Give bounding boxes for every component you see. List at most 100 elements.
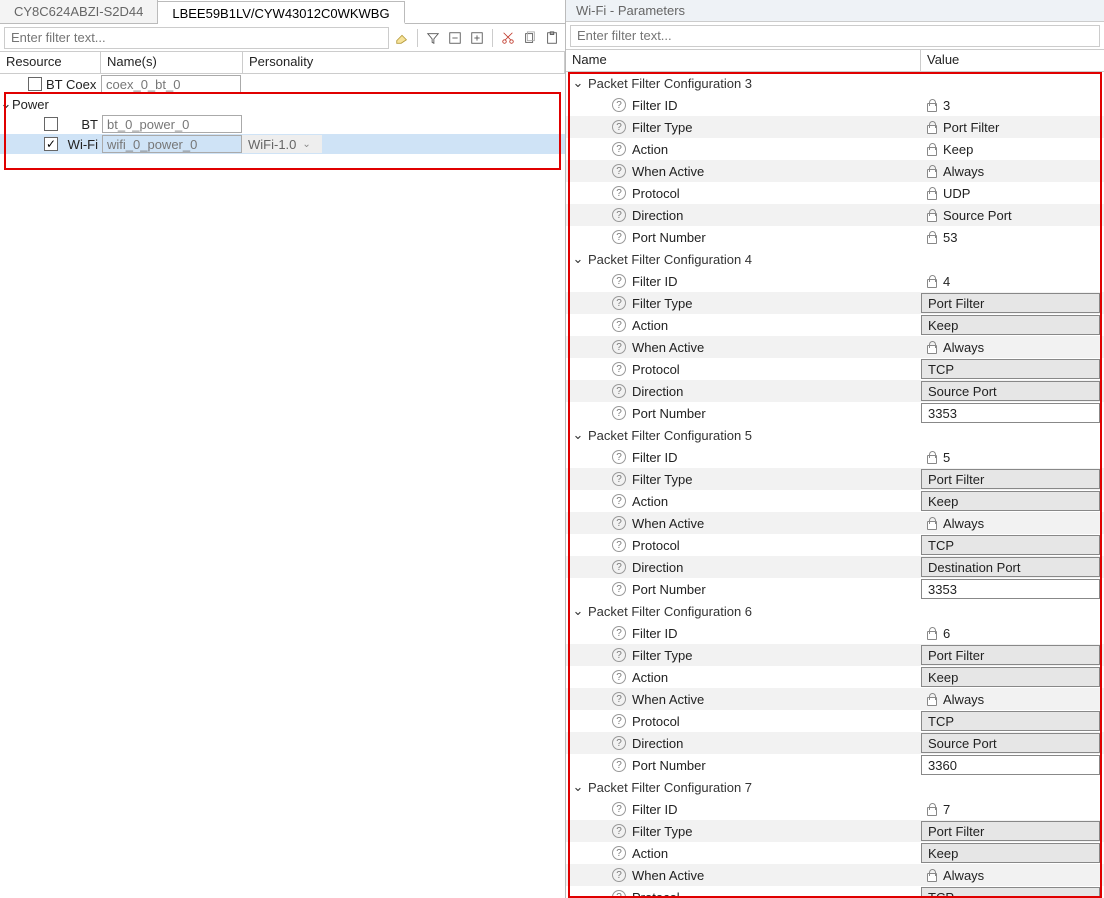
param-row[interactable]: ?DirectionSource Port bbox=[566, 732, 1104, 754]
param-row[interactable]: ?Filter ID5 bbox=[566, 446, 1104, 468]
param-value-input[interactable]: TCP bbox=[921, 887, 1100, 898]
help-icon[interactable]: ? bbox=[612, 824, 626, 838]
help-icon[interactable]: ? bbox=[612, 538, 626, 552]
help-icon[interactable]: ? bbox=[612, 98, 626, 112]
help-icon[interactable]: ? bbox=[612, 626, 626, 640]
param-value-input[interactable]: Port Filter bbox=[921, 821, 1100, 841]
param-row[interactable]: ?Filter ID3 bbox=[566, 94, 1104, 116]
param-row[interactable]: ?ProtocolUDP bbox=[566, 182, 1104, 204]
help-icon[interactable]: ? bbox=[612, 142, 626, 156]
help-icon[interactable]: ? bbox=[612, 494, 626, 508]
help-icon[interactable]: ? bbox=[612, 582, 626, 596]
paste-icon[interactable] bbox=[543, 29, 561, 47]
help-icon[interactable]: ? bbox=[612, 890, 626, 898]
chevron-down-icon[interactable]: ⌄ bbox=[572, 779, 584, 795]
collapse-icon[interactable] bbox=[446, 29, 464, 47]
param-value-input[interactable]: TCP bbox=[921, 711, 1100, 731]
param-row[interactable]: ?ActionKeep bbox=[566, 842, 1104, 864]
param-row[interactable]: ?Filter TypePort Filter bbox=[566, 292, 1104, 314]
param-value-input[interactable]: TCP bbox=[921, 535, 1100, 555]
param-row[interactable]: ?Filter ID6 bbox=[566, 622, 1104, 644]
help-icon[interactable]: ? bbox=[612, 186, 626, 200]
checkbox-wifi[interactable] bbox=[44, 137, 58, 151]
help-icon[interactable]: ? bbox=[612, 472, 626, 486]
help-icon[interactable]: ? bbox=[612, 692, 626, 706]
param-row[interactable]: ?ActionKeep bbox=[566, 138, 1104, 160]
param-value-input[interactable]: Source Port bbox=[921, 381, 1100, 401]
param-row[interactable]: ?When ActiveAlways bbox=[566, 512, 1104, 534]
help-icon[interactable]: ? bbox=[612, 274, 626, 288]
chevron-down-icon[interactable]: ⌄ bbox=[572, 603, 584, 619]
param-row[interactable]: ?DirectionSource Port bbox=[566, 380, 1104, 402]
param-row[interactable]: ?ProtocolTCP bbox=[566, 358, 1104, 380]
help-icon[interactable]: ? bbox=[612, 120, 626, 134]
param-row[interactable]: ?ActionKeep bbox=[566, 490, 1104, 512]
help-icon[interactable]: ? bbox=[612, 868, 626, 882]
param-row[interactable]: ?Port Number53 bbox=[566, 226, 1104, 248]
help-icon[interactable]: ? bbox=[612, 230, 626, 244]
param-value-input[interactable]: Port Filter bbox=[921, 293, 1100, 313]
param-row[interactable]: ?Filter TypePort Filter bbox=[566, 644, 1104, 666]
name-wifi[interactable]: wifi_0_power_0 bbox=[102, 135, 242, 153]
param-row[interactable]: ?ActionKeep bbox=[566, 666, 1104, 688]
help-icon[interactable]: ? bbox=[612, 318, 626, 332]
col-names[interactable]: Name(s) bbox=[101, 52, 243, 73]
expand-icon[interactable] bbox=[468, 29, 486, 47]
chevron-down-icon[interactable]: ⌄ bbox=[0, 96, 12, 112]
param-value-input[interactable]: Keep bbox=[921, 315, 1100, 335]
help-icon[interactable]: ? bbox=[612, 670, 626, 684]
param-row[interactable]: ?ActionKeep bbox=[566, 314, 1104, 336]
param-group[interactable]: ⌄Packet Filter Configuration 5 bbox=[566, 424, 1104, 446]
name-btcoex[interactable]: coex_0_bt_0 bbox=[101, 75, 241, 93]
param-row[interactable]: ?Filter TypePort Filter bbox=[566, 116, 1104, 138]
eraser-icon[interactable] bbox=[393, 29, 411, 47]
param-row[interactable]: ?ProtocolTCP bbox=[566, 886, 1104, 898]
help-icon[interactable]: ? bbox=[612, 758, 626, 772]
param-row[interactable]: ?Port Number3360 bbox=[566, 754, 1104, 776]
param-row[interactable]: ?DirectionDestination Port bbox=[566, 556, 1104, 578]
checkbox-btcoex[interactable] bbox=[28, 77, 42, 91]
col-name[interactable]: Name bbox=[566, 50, 921, 71]
param-row[interactable]: ?When ActiveAlways bbox=[566, 688, 1104, 710]
col-personality[interactable]: Personality bbox=[243, 52, 565, 73]
param-row[interactable]: ?Filter ID4 bbox=[566, 270, 1104, 292]
param-value-input[interactable]: 3360 bbox=[921, 755, 1100, 775]
param-row[interactable]: ?When ActiveAlways bbox=[566, 864, 1104, 886]
left-filter-input[interactable] bbox=[4, 27, 389, 49]
help-icon[interactable]: ? bbox=[612, 164, 626, 178]
row-wifi[interactable]: Wi-Fi wifi_0_power_0 WiFi-1.0 ⌄ bbox=[0, 134, 565, 154]
row-btcoex[interactable]: BT Coex coex_0_bt_0 bbox=[0, 74, 565, 94]
chevron-down-icon[interactable]: ⌄ bbox=[572, 427, 584, 443]
checkbox-bt[interactable] bbox=[44, 117, 58, 131]
help-icon[interactable]: ? bbox=[612, 340, 626, 354]
param-group[interactable]: ⌄Packet Filter Configuration 7 bbox=[566, 776, 1104, 798]
param-row[interactable]: ?DirectionSource Port bbox=[566, 204, 1104, 226]
help-icon[interactable]: ? bbox=[612, 736, 626, 750]
help-icon[interactable]: ? bbox=[612, 516, 626, 530]
help-icon[interactable]: ? bbox=[612, 296, 626, 310]
param-value-input[interactable]: Source Port bbox=[921, 733, 1100, 753]
tab-device-1[interactable]: LBEE59B1LV/CYW43012C0WKWBG bbox=[158, 1, 404, 24]
param-value-input[interactable]: Destination Port bbox=[921, 557, 1100, 577]
col-value[interactable]: Value bbox=[921, 50, 1104, 71]
help-icon[interactable]: ? bbox=[612, 384, 626, 398]
tab-device-0[interactable]: CY8C624ABZI-S2D44 bbox=[0, 0, 158, 23]
row-bt[interactable]: BT bt_0_power_0 bbox=[0, 114, 565, 134]
param-row[interactable]: ?Filter ID7 bbox=[566, 798, 1104, 820]
param-value-input[interactable]: Keep bbox=[921, 667, 1100, 687]
help-icon[interactable]: ? bbox=[612, 208, 626, 222]
param-value-input[interactable]: Keep bbox=[921, 491, 1100, 511]
right-filter-input[interactable] bbox=[570, 25, 1100, 47]
param-row[interactable]: ?ProtocolTCP bbox=[566, 710, 1104, 732]
param-value-input[interactable]: 3353 bbox=[921, 579, 1100, 599]
cut-icon[interactable] bbox=[499, 29, 517, 47]
row-power-group[interactable]: ⌄ Power bbox=[0, 94, 565, 114]
param-value-input[interactable]: Port Filter bbox=[921, 469, 1100, 489]
copy-icon[interactable] bbox=[521, 29, 539, 47]
help-icon[interactable]: ? bbox=[612, 714, 626, 728]
col-resource[interactable]: Resource bbox=[0, 52, 101, 73]
chevron-down-icon[interactable]: ⌄ bbox=[572, 251, 584, 267]
help-icon[interactable]: ? bbox=[612, 802, 626, 816]
help-icon[interactable]: ? bbox=[612, 560, 626, 574]
help-icon[interactable]: ? bbox=[612, 450, 626, 464]
